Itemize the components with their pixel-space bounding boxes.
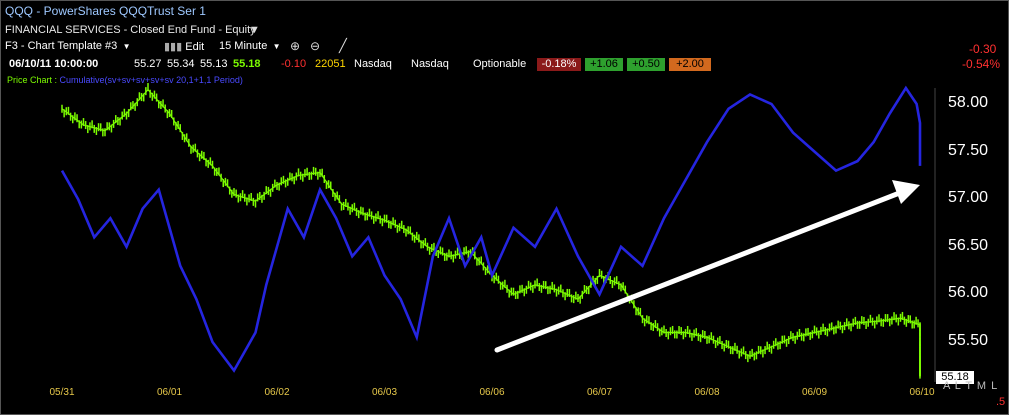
x-tick-label: 06/03 bbox=[371, 387, 398, 398]
y-tick-label: 58.00 bbox=[948, 94, 989, 111]
y-tick-label: 57.00 bbox=[948, 189, 989, 207]
x-tick-label: 06/10 bbox=[909, 387, 935, 398]
chart-tool-letters[interactable]: A L T M L bbox=[943, 380, 998, 392]
y-tick-label: 55.50 bbox=[948, 332, 989, 349]
y-tick-label: 56.50 bbox=[948, 236, 989, 254]
x-tick-label: 06/01 bbox=[156, 387, 183, 398]
x-tick-label: 06/06 bbox=[479, 387, 505, 398]
x-tick-label: 05/31 bbox=[49, 387, 75, 398]
y-tick-label: 56.00 bbox=[948, 284, 989, 302]
corner-digit: .5 bbox=[996, 396, 1006, 408]
x-tick-label: 06/09 bbox=[801, 387, 828, 398]
y-tick-label: 57.50 bbox=[948, 141, 989, 159]
x-tick-label: 06/07 bbox=[586, 387, 613, 398]
trend-arrow bbox=[494, 180, 920, 353]
x-tick-label: 06/08 bbox=[694, 387, 720, 398]
indicator-line bbox=[60, 85, 922, 373]
price-chart bbox=[60, 83, 936, 382]
x-tick-label: 06/02 bbox=[264, 387, 290, 398]
price-series bbox=[61, 83, 921, 379]
